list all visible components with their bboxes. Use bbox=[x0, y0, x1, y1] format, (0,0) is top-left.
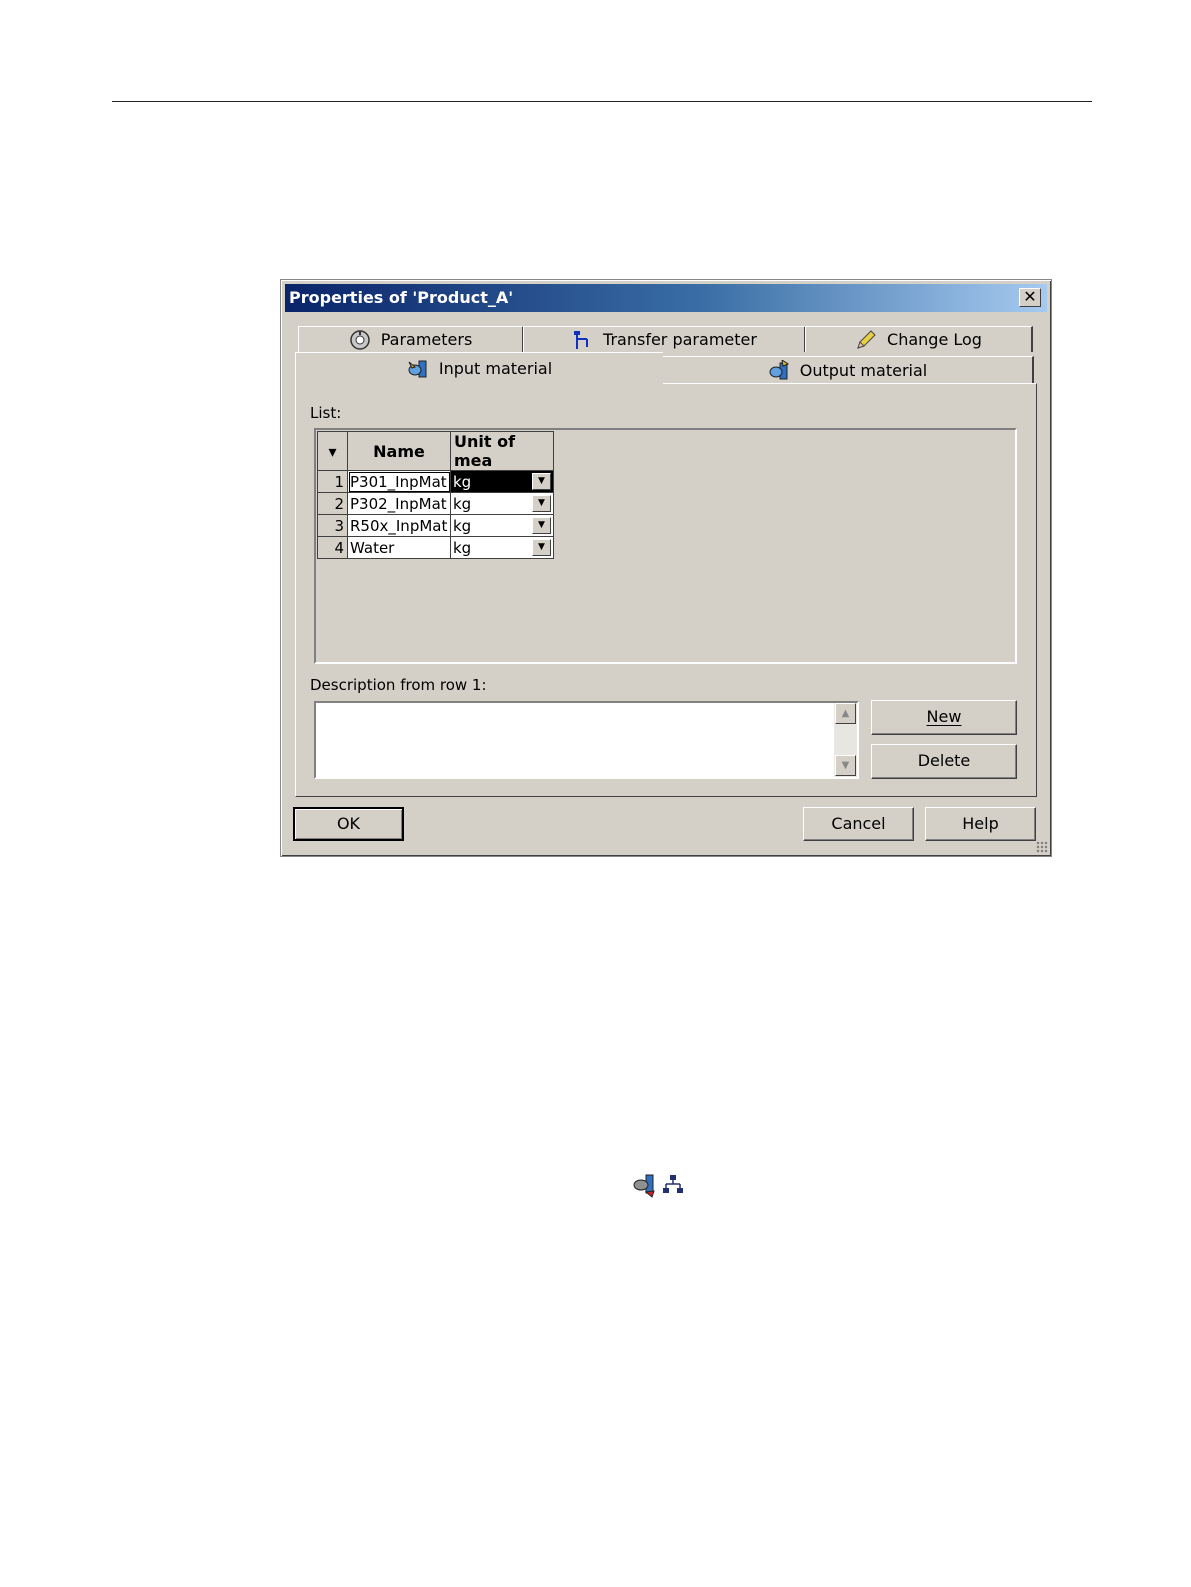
tab-output-material-label: Output material bbox=[799, 361, 928, 380]
unit-dropdown-button[interactable]: ▼ bbox=[532, 473, 551, 490]
tab-input-material-label: Input material bbox=[438, 359, 553, 378]
unit-dropdown-button[interactable]: ▼ bbox=[532, 517, 551, 534]
close-icon: ✕ bbox=[1023, 287, 1037, 306]
pencil-icon bbox=[857, 329, 876, 349]
description-scrollbar[interactable]: ▲ ▼ bbox=[834, 703, 857, 777]
name-cell[interactable]: P302_InpMat bbox=[347, 492, 451, 515]
unit-value: kg bbox=[453, 472, 472, 491]
unit-cell[interactable]: kg ▼ bbox=[450, 536, 554, 559]
table-row[interactable]: 1 P301_InpMat kg ▼ bbox=[317, 470, 554, 493]
arrow-down-icon: ▼ bbox=[841, 760, 850, 771]
scroll-up-button[interactable]: ▲ bbox=[835, 703, 856, 724]
input-material-panel: List: ▾ Name Unit of mea 1 P301_InpMat k… bbox=[295, 383, 1037, 797]
column-header-unit[interactable]: Unit of mea bbox=[450, 431, 554, 471]
network-icon bbox=[663, 1175, 683, 1193]
description-textarea[interactable]: ▲ ▼ bbox=[314, 701, 859, 779]
name-cell[interactable]: Water bbox=[347, 536, 451, 559]
list-label: List: bbox=[310, 404, 342, 422]
description-label: Description from row 1: bbox=[310, 676, 487, 694]
new-button-label: New bbox=[926, 707, 962, 726]
table-row[interactable]: 2 P302_InpMat kg ▼ bbox=[317, 492, 554, 515]
material-icon bbox=[633, 1174, 655, 1198]
arrow-up-icon: ▲ bbox=[841, 708, 850, 719]
resize-grip-icon[interactable] bbox=[1036, 841, 1048, 853]
tab-transfer-parameter-label: Transfer parameter bbox=[603, 330, 757, 349]
dialog-title: Properties of 'Product_A' bbox=[289, 288, 514, 307]
unit-cell[interactable]: kg ▼ bbox=[450, 470, 554, 493]
properties-dialog: Properties of 'Product_A' ✕ Parameters T… bbox=[280, 279, 1052, 857]
title-bar[interactable]: Properties of 'Product_A' ✕ bbox=[285, 284, 1047, 312]
cancel-button-label: Cancel bbox=[831, 814, 886, 833]
ok-button[interactable]: OK bbox=[293, 807, 404, 841]
name-cell[interactable]: P301_InpMat bbox=[347, 470, 451, 493]
material-table: ▾ Name Unit of mea 1 P301_InpMat kg ▼ 2 … bbox=[317, 431, 554, 559]
material-grid[interactable]: ▾ Name Unit of mea 1 P301_InpMat kg ▼ 2 … bbox=[314, 428, 1017, 664]
close-button[interactable]: ✕ bbox=[1019, 288, 1041, 307]
sort-menu-button[interactable]: ▾ bbox=[317, 431, 348, 471]
help-button[interactable]: Help bbox=[925, 807, 1036, 841]
tab-output-material[interactable]: Output material bbox=[662, 356, 1034, 384]
table-row[interactable]: 4 Water kg ▼ bbox=[317, 536, 554, 559]
unit-cell[interactable]: kg ▼ bbox=[450, 514, 554, 537]
new-button[interactable]: New bbox=[871, 700, 1017, 735]
name-cell[interactable]: R50x_InpMat bbox=[347, 514, 451, 537]
row-number[interactable]: 2 bbox=[317, 492, 348, 515]
unit-value: kg bbox=[453, 538, 472, 557]
table-header-row: ▾ Name Unit of mea bbox=[317, 431, 554, 471]
unit-dropdown-button[interactable]: ▼ bbox=[532, 539, 551, 556]
tab-parameters[interactable]: Parameters bbox=[298, 326, 524, 352]
row-number[interactable]: 3 bbox=[317, 514, 348, 537]
chevron-down-icon: ▾ bbox=[328, 441, 337, 461]
row-number[interactable]: 4 bbox=[317, 536, 348, 559]
unit-value: kg bbox=[453, 494, 472, 513]
tab-change-log-label: Change Log bbox=[887, 330, 982, 349]
parameters-icon bbox=[349, 329, 370, 350]
tab-transfer-parameter[interactable]: Transfer parameter bbox=[523, 326, 806, 352]
output-material-icon bbox=[769, 359, 789, 379]
page-header-rule bbox=[112, 101, 1092, 102]
delete-button-label: Delete bbox=[917, 751, 971, 770]
ok-button-label: OK bbox=[336, 814, 361, 833]
column-header-name[interactable]: Name bbox=[347, 431, 451, 471]
unit-value: kg bbox=[453, 516, 472, 535]
row-number[interactable]: 1 bbox=[317, 470, 348, 493]
inline-icons bbox=[632, 1172, 684, 1198]
input-material-icon bbox=[408, 360, 427, 377]
delete-button[interactable]: Delete bbox=[871, 744, 1017, 779]
tab-parameters-label: Parameters bbox=[380, 330, 473, 349]
unit-cell[interactable]: kg ▼ bbox=[450, 492, 554, 515]
tab-change-log[interactable]: Change Log bbox=[805, 326, 1033, 352]
unit-dropdown-button[interactable]: ▼ bbox=[532, 495, 551, 512]
table-row[interactable]: 3 R50x_InpMat kg ▼ bbox=[317, 514, 554, 537]
help-button-label: Help bbox=[962, 814, 999, 833]
scroll-down-button[interactable]: ▼ bbox=[835, 755, 856, 776]
transfer-parameter-icon bbox=[574, 330, 589, 349]
cancel-button[interactable]: Cancel bbox=[803, 807, 914, 841]
tab-input-material[interactable]: Input material bbox=[295, 352, 663, 384]
